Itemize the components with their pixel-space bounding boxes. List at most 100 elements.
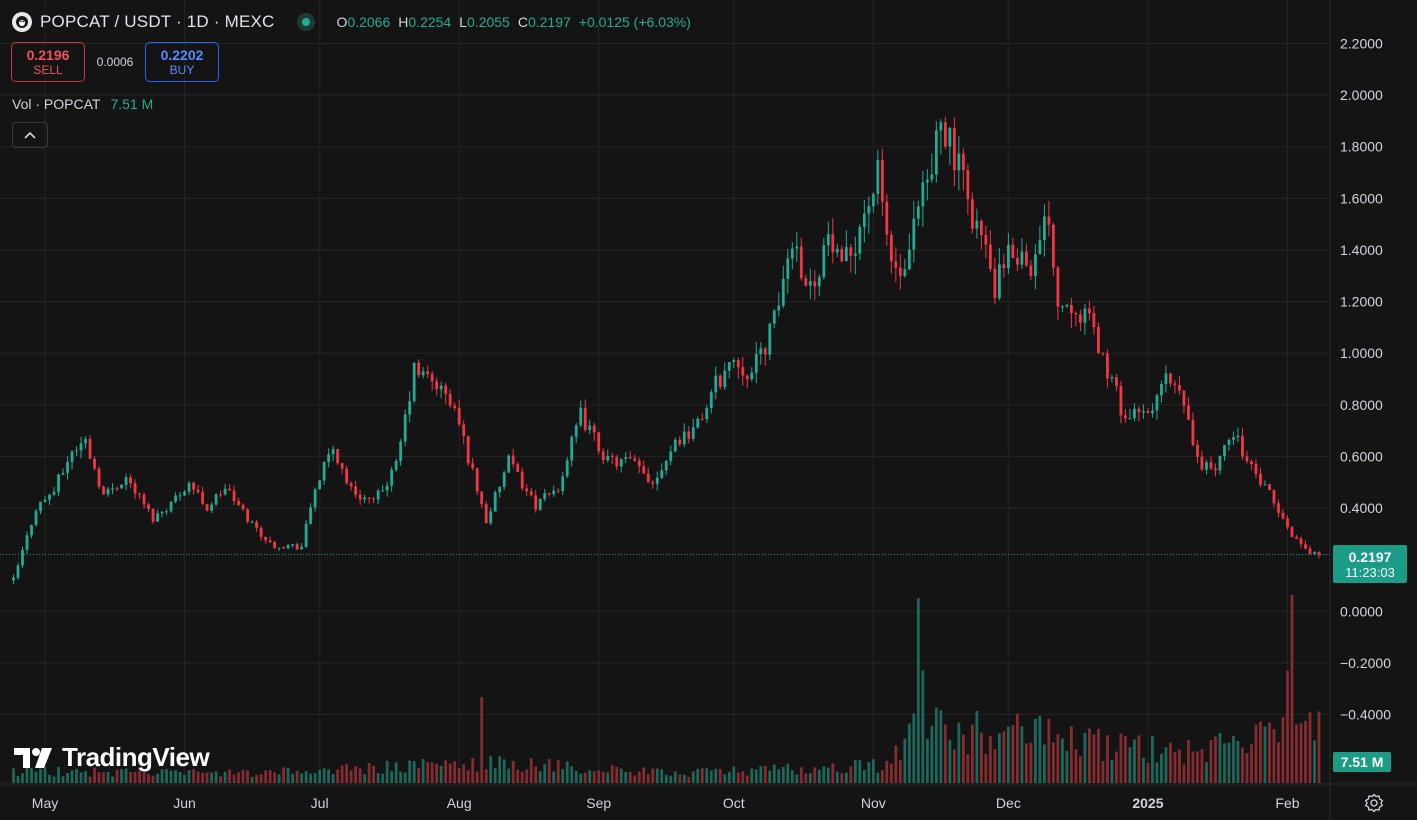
sell-price: 0.2196 (26, 47, 70, 63)
ohlc-values: O0.2066 H0.2254 L0.2055 C0.2197 +0.0125 … (337, 14, 691, 30)
candle-body (214, 494, 218, 505)
candle-body (624, 457, 628, 459)
candle-body (196, 489, 200, 493)
candle-body (331, 449, 335, 455)
volume-bar (268, 770, 272, 783)
candle-body (660, 470, 664, 478)
volume-bar (318, 769, 322, 783)
candle-body (718, 375, 722, 387)
volume-bar (1196, 751, 1199, 783)
candle-body (822, 245, 826, 278)
candle-body (889, 234, 893, 262)
candle-body (129, 477, 132, 484)
candle-body (678, 439, 682, 445)
volume-bar (142, 772, 146, 783)
candle-body (372, 498, 376, 500)
candle-body (673, 439, 677, 452)
price-chart[interactable]: 2.2000 2.0000 1.8000 1.6000 1.4000 1.2000 1.00… (0, 0, 1417, 820)
volume-bar (1015, 713, 1019, 783)
candle-body (907, 249, 911, 270)
sell-label: SELL (33, 63, 63, 77)
candle-body (849, 247, 853, 256)
tradingview-logo-text: TradingView (62, 742, 210, 772)
volume-bar (372, 765, 376, 783)
tradingview-logo[interactable]: TradingView (14, 742, 210, 773)
volume-bar (1106, 735, 1109, 783)
candle-body (1029, 265, 1033, 276)
volume-bar (475, 771, 479, 783)
symbol-title[interactable]: POPCAT / USDT · 1D · MEXC (40, 12, 275, 32)
candle-body (1173, 383, 1177, 386)
price-axis[interactable]: 2.2000 2.0000 1.8000 1.6000 1.4000 1.2000 1.00… (1340, 36, 1391, 723)
candle-body (1241, 435, 1244, 457)
candle-body (768, 323, 772, 355)
candle-body (1178, 385, 1181, 391)
candle-body (1088, 308, 1091, 314)
last-price-tag: 0.2197 11:23:03 (1333, 545, 1407, 583)
volume-bar (678, 774, 682, 783)
candle-body (961, 153, 965, 171)
candle-body (835, 248, 839, 253)
candle-body (255, 521, 258, 528)
volume-tag: 7.51 M (1333, 752, 1391, 772)
volume-bar (1295, 724, 1298, 783)
collapse-legend-button[interactable] (12, 122, 48, 148)
candle-body (48, 494, 51, 500)
candle-body (871, 194, 875, 207)
candle-body (966, 170, 970, 200)
candle-body (1308, 548, 1312, 554)
popcat-logo-icon[interactable] (12, 12, 32, 32)
volume-bar (664, 774, 668, 783)
candle-body (70, 451, 74, 463)
settings-icon[interactable] (1364, 793, 1384, 813)
volume-bar (408, 760, 412, 783)
market-open-indicator[interactable] (296, 13, 315, 31)
buy-button[interactable]: 0.2202 BUY (145, 42, 219, 82)
volume-bar (52, 776, 56, 783)
candle-body (1268, 484, 1271, 491)
volume-bar (525, 769, 529, 783)
candle-body (804, 278, 808, 286)
volume-bar (889, 763, 893, 783)
volume-bar (606, 772, 610, 783)
candle-body (885, 201, 889, 235)
chart-grid (0, 0, 1417, 820)
candle-body (1074, 313, 1078, 315)
sell-button[interactable]: 0.2196 SELL (11, 42, 85, 82)
volume-bar (916, 598, 920, 783)
candle-body (417, 362, 421, 376)
volume-bar (876, 772, 880, 783)
volume-bar (1052, 742, 1055, 783)
volume-bar (291, 773, 295, 783)
candle-body (1236, 435, 1240, 438)
volume-bar (183, 774, 186, 783)
candle-body (696, 418, 700, 428)
candle-body (237, 500, 240, 505)
candle-body (732, 360, 736, 363)
candle-body (750, 372, 754, 380)
candle-body (502, 472, 506, 488)
time-axis[interactable]: May Jun Jul Aug Sep Oct Nov Dec 2025 Feb (32, 795, 1300, 811)
candle-body (277, 547, 281, 549)
volume-legend[interactable]: Vol · POPCAT 7.51 M (12, 96, 153, 112)
candle-body (1259, 473, 1262, 485)
candle-body (1232, 437, 1235, 440)
volume-bar (435, 763, 439, 783)
candle-body (511, 455, 515, 465)
volume-bar (286, 767, 290, 783)
volume-bar (655, 768, 659, 783)
volume-bar (880, 770, 884, 783)
ohlc-key: C (517, 14, 528, 30)
candle-body (1227, 439, 1231, 445)
x-tick-label: Aug (447, 795, 472, 811)
volume-bar (34, 771, 38, 783)
volume-bar (538, 771, 542, 783)
candle-body (205, 503, 209, 511)
x-tick-label: Jun (173, 795, 196, 811)
candle-body (529, 491, 533, 496)
candle-body (151, 509, 155, 522)
volume-bar (646, 773, 650, 783)
candle-body (421, 371, 425, 376)
volume-bar (399, 771, 403, 783)
candle-body (466, 435, 470, 464)
